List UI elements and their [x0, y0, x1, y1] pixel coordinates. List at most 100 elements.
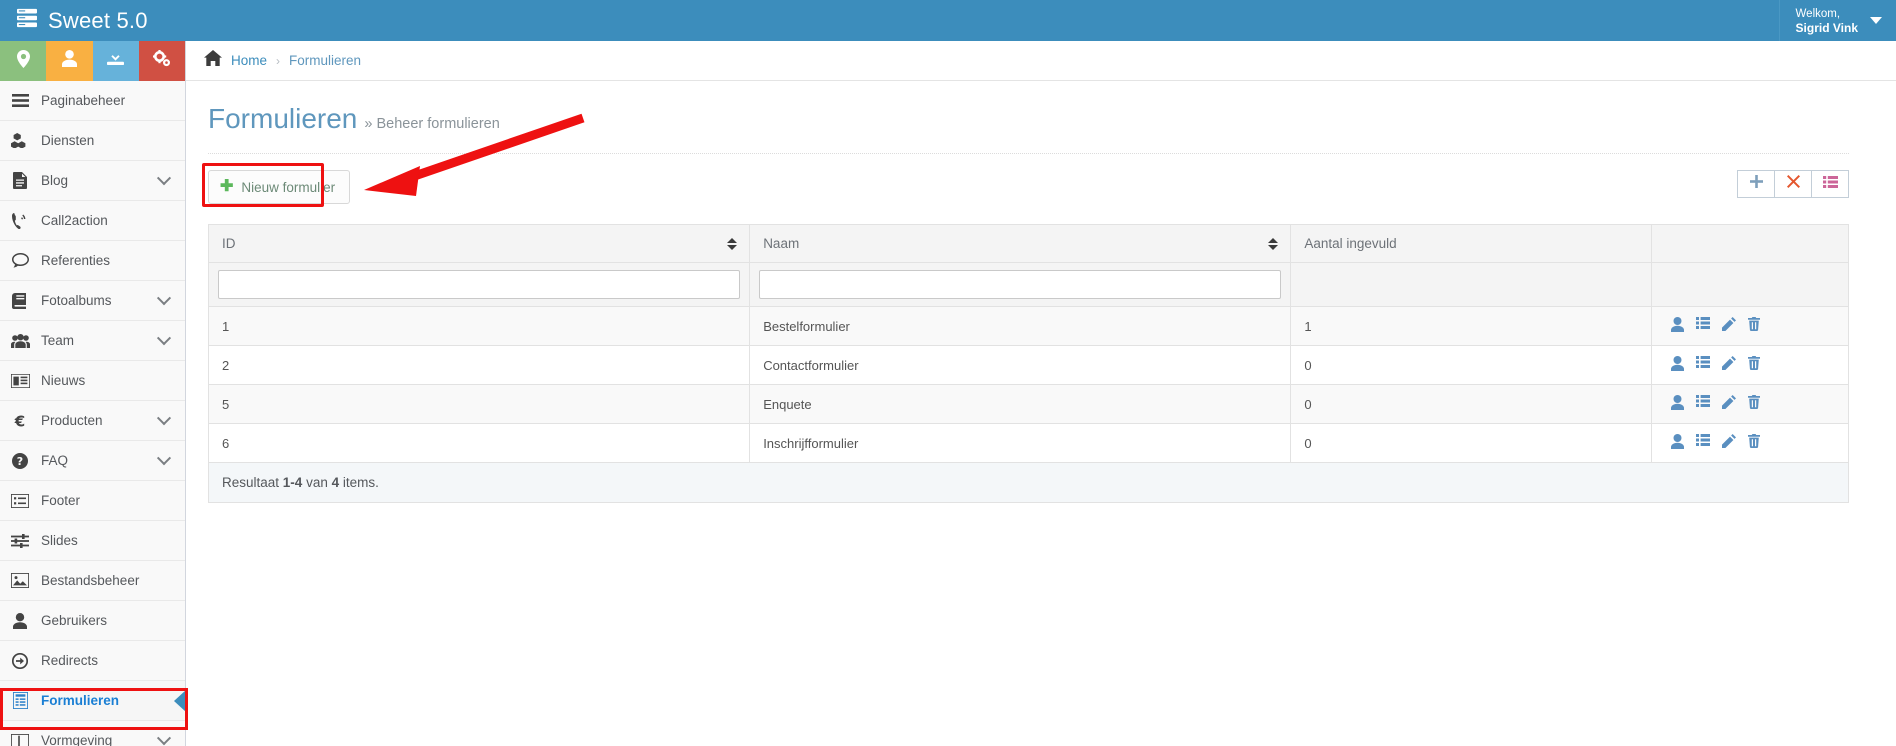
grid-delete-button[interactable] — [1774, 170, 1812, 198]
quick-action-settings[interactable] — [138, 41, 185, 81]
image-icon — [10, 573, 30, 588]
quick-actions-bar — [0, 41, 185, 81]
sidebar-item-faq[interactable]: ? FAQ — [0, 441, 185, 481]
row-action-entries-user-icon[interactable] — [1671, 317, 1685, 335]
row-action-delete-trash-icon[interactable] — [1748, 434, 1761, 452]
row-action-edit-pencil-icon[interactable] — [1722, 317, 1737, 335]
sidebar-item-nieuws[interactable]: Nieuws — [0, 361, 185, 401]
result-range: 1-4 — [282, 475, 303, 490]
sidebar-item-team[interactable]: Team — [0, 321, 185, 361]
chevron-down-icon[interactable] — [156, 450, 172, 465]
cell-id: 2 — [207, 345, 751, 385]
sidebar-item-footer[interactable]: Footer — [0, 481, 185, 521]
table-body: 1 Bestelformulier 1 2 Contactformulier 0 — [207, 306, 1849, 463]
phone-volume-icon — [10, 212, 30, 229]
table-row[interactable]: 5 Enquete 0 — [207, 384, 1849, 424]
cell-id: 5 — [207, 384, 751, 424]
sidebar-item-gebruikers[interactable]: Gebruikers — [0, 601, 185, 641]
heading-divider — [208, 153, 1849, 154]
sidebar-item-label: Blog — [41, 173, 69, 188]
row-action-delete-trash-icon[interactable] — [1748, 356, 1761, 374]
cell-aantal: 0 — [1290, 384, 1653, 424]
sidebar-item-paginabeheer[interactable]: Paginabeheer — [0, 81, 185, 121]
user-greeting: Welkom, — [1795, 7, 1841, 20]
quick-action-user[interactable] — [46, 41, 93, 81]
row-action-fields-list-icon[interactable] — [1696, 356, 1711, 374]
quick-action-download[interactable] — [92, 41, 139, 81]
column-header-label: Naam — [763, 236, 800, 251]
grid-toolbar — [1737, 170, 1849, 198]
filter-input-naam[interactable] — [759, 270, 1282, 299]
row-action-edit-pencil-icon[interactable] — [1722, 356, 1737, 374]
chevron-down-icon[interactable] — [156, 410, 172, 425]
cell-actions — [1651, 345, 1849, 385]
arrow-circle-right-icon — [10, 652, 30, 669]
chevron-down-icon[interactable] — [156, 330, 172, 345]
column-header-naam[interactable]: Naam — [749, 224, 1292, 263]
row-action-fields-list-icon[interactable] — [1696, 395, 1711, 413]
column-header-actions — [1651, 224, 1849, 263]
breadcrumb-home[interactable]: Home — [231, 53, 267, 68]
chevron-down-icon[interactable] — [156, 170, 172, 185]
top-bar: Sweet 5.0 Welkom, Sigrid Vink — [0, 0, 1896, 41]
sort-icon[interactable] — [1268, 237, 1279, 250]
app-brand[interactable]: Sweet 5.0 — [0, 0, 186, 41]
sidebar-item-label: Gebruikers — [41, 613, 108, 628]
row-action-edit-pencil-icon[interactable] — [1722, 434, 1737, 452]
sidebar-item-formulieren[interactable]: Formulieren — [0, 681, 186, 721]
row-action-entries-user-icon[interactable] — [1671, 356, 1685, 374]
quick-action-location[interactable] — [0, 41, 47, 81]
sort-icon[interactable] — [727, 237, 738, 250]
sidebar-item-referenties[interactable]: Referenties — [0, 241, 185, 281]
user-menu[interactable]: Welkom, Sigrid Vink — [1778, 0, 1896, 41]
sidebar-item-label: Team — [41, 333, 75, 348]
row-action-delete-trash-icon[interactable] — [1748, 395, 1761, 413]
chevron-down-icon[interactable] — [156, 290, 172, 305]
list-ul-icon — [1822, 175, 1838, 193]
sliders-icon — [10, 533, 30, 548]
result-total: 4 — [331, 475, 340, 490]
column-header-id[interactable]: ID — [207, 224, 751, 263]
plus-icon — [1749, 175, 1763, 193]
bars-icon — [10, 94, 30, 107]
breadcrumb-current[interactable]: Formulieren — [289, 53, 361, 68]
row-action-delete-trash-icon[interactable] — [1748, 317, 1761, 335]
table-row[interactable]: 2 Contactformulier 0 — [207, 345, 1849, 385]
file-text-icon — [10, 172, 30, 189]
table-row[interactable]: 1 Bestelformulier 1 — [207, 306, 1849, 346]
page-subtitle: » Beheer formulieren — [364, 116, 500, 132]
row-action-edit-pencil-icon[interactable] — [1722, 395, 1737, 413]
sidebar-item-slides[interactable]: Slides — [0, 521, 185, 561]
user-solid-icon — [10, 612, 30, 629]
cell-id: 6 — [207, 423, 751, 463]
sidebar-item-label: Footer — [41, 493, 81, 508]
sidebar-item-diensten[interactable]: Diensten — [0, 121, 185, 161]
row-action-fields-list-icon[interactable] — [1696, 317, 1711, 335]
row-action-entries-user-icon[interactable] — [1671, 395, 1685, 413]
sidebar-item-redirects[interactable]: Redirects — [0, 641, 185, 681]
row-action-entries-user-icon[interactable] — [1671, 434, 1685, 452]
row-action-fields-list-icon[interactable] — [1696, 434, 1711, 452]
grid-columns-button[interactable] — [1811, 170, 1849, 198]
sidebar-item-producten[interactable]: € Producten — [0, 401, 185, 441]
sidebar-item-bestandsbeheer[interactable]: Bestandsbeheer — [0, 561, 185, 601]
home-icon[interactable] — [204, 50, 222, 71]
sidebar-item-blog[interactable]: Blog — [0, 161, 185, 201]
cell-naam: Inschrijfformulier — [749, 423, 1292, 463]
filter-cell-actions — [1651, 262, 1849, 307]
sidebar-item-vormgeving[interactable]: Vormgeving — [0, 721, 185, 746]
caret-down-icon[interactable] — [1870, 17, 1882, 24]
comment-icon — [10, 253, 30, 268]
sidebar-item-fotoalbums[interactable]: Fotoalbums — [0, 281, 185, 321]
table-row[interactable]: 6 Inschrijfformulier 0 — [207, 423, 1849, 463]
new-form-button[interactable]: ✚ Nieuw formulier — [208, 170, 351, 204]
filter-cell-naam — [749, 262, 1292, 307]
chevron-down-icon[interactable] — [156, 730, 172, 745]
svg-text:?: ? — [17, 455, 23, 468]
grid-add-button[interactable] — [1737, 170, 1775, 198]
filter-input-id[interactable] — [218, 270, 741, 299]
sidebar-item-call2action[interactable]: Call2action — [0, 201, 185, 241]
user-icon — [61, 50, 77, 72]
column-header-aantal-ingevuld[interactable]: Aantal ingevuld — [1290, 224, 1653, 263]
main-content: Formulieren » Beheer formulieren ✚ Nieuw… — [186, 81, 1896, 746]
